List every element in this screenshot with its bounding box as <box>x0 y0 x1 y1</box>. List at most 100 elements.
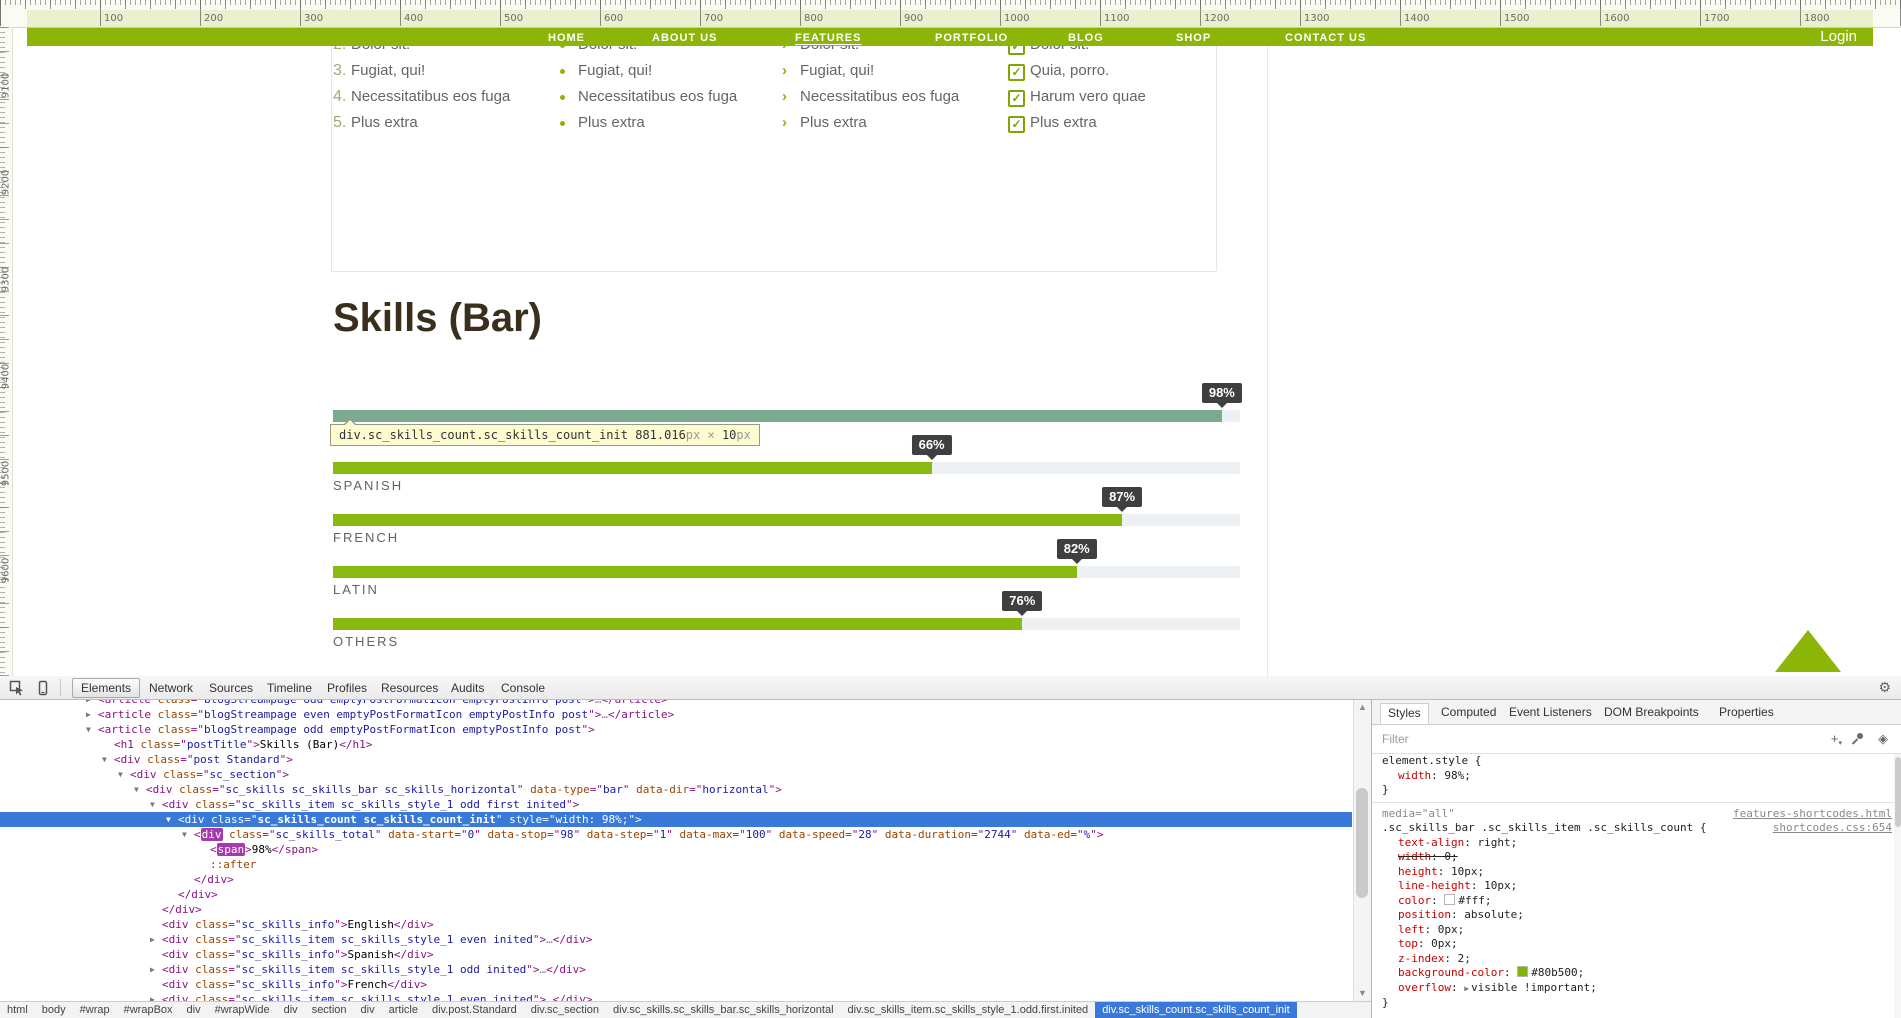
expand-arrow-closed-icon[interactable]: ▶ <box>150 932 155 947</box>
sidebar-tab-dom-breakpoints[interactable]: DOM Breakpoints <box>1597 703 1706 722</box>
nav-item-portfolio[interactable]: PORTFOLIO <box>935 32 1008 44</box>
style-declaration[interactable]: left: 0px; <box>1372 923 1901 938</box>
devtools-tab-profiles[interactable]: Profiles <box>318 678 376 698</box>
breadcrumb-item[interactable]: div.sc_skills.sc_skills_bar.sc_skills_ho… <box>606 1002 840 1018</box>
stylesheet-link[interactable]: features-shortcodes.html <box>1733 807 1892 822</box>
style-declaration[interactable]: height: 10px; <box>1372 865 1901 880</box>
expand-arrow-open-icon[interactable]: ▼ <box>102 752 107 767</box>
stylesheet-line-link[interactable]: shortcodes.css:654 <box>1773 821 1892 836</box>
rule-media[interactable]: media="all"features-shortcodes.html <box>1372 807 1901 822</box>
dom-tree-row[interactable]: ▼<div class="sc_skills sc_skills_bar sc_… <box>0 782 1352 797</box>
dom-tree-row[interactable]: ▼<article class="blogStreampage odd empt… <box>0 722 1352 737</box>
devtools-tab-console[interactable]: Console <box>492 678 554 698</box>
scroll-up-arrow[interactable]: ▲ <box>1354 700 1371 715</box>
expand-arrow-open-icon[interactable]: ▼ <box>150 797 155 812</box>
expand-arrow-closed-icon[interactable]: ▶ <box>86 707 91 722</box>
expand-arrow-closed-icon[interactable]: ▶ <box>150 992 155 1001</box>
sidebar-tab-properties[interactable]: Properties <box>1712 703 1781 722</box>
sidebar-tab-computed[interactable]: Computed <box>1434 703 1503 722</box>
breadcrumb-item[interactable]: #wrapBox <box>117 1002 180 1018</box>
elements-scrollbar[interactable]: ▲ ▼ <box>1353 700 1371 1001</box>
breadcrumb-item[interactable]: body <box>35 1002 73 1018</box>
breadcrumb-item[interactable]: div.post.Standard <box>425 1002 524 1018</box>
nav-item-contact-us[interactable]: CONTACT US <box>1285 32 1366 44</box>
dom-tree-row[interactable]: <div class="sc_skills_info">Spanish</div… <box>0 947 1352 962</box>
sidebar-tab-event-listeners[interactable]: Event Listeners <box>1502 703 1599 722</box>
nav-item-shop[interactable]: SHOP <box>1176 32 1211 44</box>
dom-tree-row[interactable]: <h1 class="postTitle">Skills (Bar)</h1> <box>0 737 1352 752</box>
login-link[interactable]: Login <box>1820 28 1857 45</box>
style-declaration[interactable]: top: 0px; <box>1372 937 1901 952</box>
style-declaration[interactable]: color: #fff; <box>1372 894 1901 909</box>
breadcrumb-item[interactable]: div.sc_section <box>524 1002 606 1018</box>
dom-tree-row[interactable]: <div class="sc_skills_info">English</div… <box>0 917 1352 932</box>
style-declaration[interactable]: background-color: #80b500; <box>1372 966 1901 981</box>
devtools-tab-resources[interactable]: Resources <box>372 678 447 698</box>
style-declaration[interactable]: width: 98%; <box>1372 769 1901 784</box>
style-declaration[interactable]: overflow: ▶visible !important; <box>1372 981 1901 997</box>
devtools-tab-network[interactable]: Network <box>140 678 202 698</box>
expand-arrow-open-icon[interactable]: ▼ <box>182 827 187 842</box>
breadcrumb-item[interactable]: section <box>305 1002 354 1018</box>
new-style-rule-icon[interactable]: +▾ <box>1831 731 1842 747</box>
filter-input[interactable]: Filter <box>1382 732 1409 746</box>
expand-arrow-closed-icon[interactable]: ▶ <box>150 962 155 977</box>
dom-tree-row[interactable]: ▶<div class="sc_skills_item sc_skills_st… <box>0 932 1352 947</box>
devtools-tab-timeline[interactable]: Timeline <box>258 678 321 698</box>
scroll-down-arrow[interactable]: ▼ <box>1354 986 1371 1001</box>
dom-tree-row[interactable]: </div> <box>0 887 1352 902</box>
dom-tree-row[interactable]: ▶<article class="blogStreampage odd empt… <box>0 700 1352 707</box>
expand-arrow-open-icon[interactable]: ▼ <box>166 812 171 827</box>
breadcrumb-item[interactable]: div <box>180 1002 208 1018</box>
breadcrumb-item[interactable]: #wrapWide <box>208 1002 277 1018</box>
dom-tree-row[interactable]: ▶<div class="sc_skills_item sc_skills_st… <box>0 962 1352 977</box>
devtools-tab-elements[interactable]: Elements <box>72 678 140 698</box>
dom-tree-row[interactable]: </div> <box>0 902 1352 917</box>
sidebar-tab-styles[interactable]: Styles <box>1380 703 1429 724</box>
dom-tree-row-selected[interactable]: ▼<div class="sc_skills_count sc_skills_c… <box>0 812 1352 827</box>
expand-arrow-open-icon[interactable]: ▼ <box>86 722 91 737</box>
breadcrumb-item[interactable]: html <box>0 1002 35 1018</box>
nav-item-features[interactable]: FEATURES <box>795 32 861 44</box>
style-declaration[interactable]: width: 0; <box>1372 850 1901 865</box>
dom-tree-row[interactable]: ▶<div class="sc_skills_item sc_skills_st… <box>0 992 1352 1001</box>
breadcrumb-item[interactable]: article <box>382 1002 425 1018</box>
style-declaration[interactable]: text-align: right; <box>1372 836 1901 851</box>
style-declaration[interactable]: z-index: 2; <box>1372 952 1901 967</box>
target-diamond-icon[interactable]: ◈ <box>1878 731 1888 747</box>
toggle-element-state-pin-icon[interactable] <box>1852 733 1864 745</box>
breadcrumb-item[interactable]: div <box>354 1002 382 1018</box>
device-mode-icon[interactable] <box>32 679 54 696</box>
dom-tree-row[interactable]: <div class="sc_skills_info">French</div> <box>0 977 1352 992</box>
dom-tree-row[interactable]: ▼<div class="sc_skills_item sc_skills_st… <box>0 797 1352 812</box>
dom-tree-row[interactable]: <span>98%</span> <box>0 842 1352 857</box>
rule-selector[interactable]: .sc_skills_bar .sc_skills_item .sc_skill… <box>1372 821 1901 836</box>
styles-scrollbar[interactable] <box>1894 754 1901 1018</box>
element-style-close[interactable]: } <box>1372 783 1901 798</box>
expand-arrow-open-icon[interactable]: ▼ <box>134 782 139 797</box>
style-declaration[interactable]: position: absolute; <box>1372 908 1901 923</box>
dom-tree-row[interactable]: ▶<article class="blogStreampage even emp… <box>0 707 1352 722</box>
breadcrumb-item[interactable]: #wrap <box>73 1002 117 1018</box>
scrollbar-thumb[interactable] <box>1356 788 1368 898</box>
rule-close[interactable]: } <box>1372 996 1901 1011</box>
dom-tree-row[interactable]: ▼<div class="sc_skills_total" data-start… <box>0 827 1352 842</box>
settings-gear-icon[interactable]: ⚙ <box>1878 679 1891 696</box>
breadcrumb-item[interactable]: div.sc_skills_count.sc_skills_count_init <box>1095 1002 1297 1018</box>
scroll-to-top-button[interactable] <box>1775 630 1841 672</box>
expand-arrow-open-icon[interactable]: ▼ <box>118 767 123 782</box>
style-declaration[interactable]: line-height: 10px; <box>1372 879 1901 894</box>
element-style-selector[interactable]: element.style { <box>1372 754 1901 769</box>
dom-tree-row[interactable]: ▼<div class="sc_section"> <box>0 767 1352 782</box>
dom-tree-row[interactable]: ::after <box>0 857 1352 872</box>
dom-tree-row[interactable]: </div> <box>0 872 1352 887</box>
inspect-element-icon[interactable] <box>6 679 28 696</box>
devtools-tab-audits[interactable]: Audits <box>442 678 493 698</box>
breadcrumb-item[interactable]: div.sc_skills_item.sc_skills_style_1.odd… <box>841 1002 1096 1018</box>
devtools-tab-sources[interactable]: Sources <box>200 678 262 698</box>
expand-arrow-closed-icon[interactable]: ▶ <box>86 700 91 707</box>
dom-tree-row[interactable]: ▼<div class="post Standard"> <box>0 752 1352 767</box>
nav-item-blog[interactable]: BLOG <box>1068 32 1104 44</box>
breadcrumb-item[interactable]: div <box>277 1002 305 1018</box>
nav-item-about-us[interactable]: ABOUT US <box>652 32 717 44</box>
